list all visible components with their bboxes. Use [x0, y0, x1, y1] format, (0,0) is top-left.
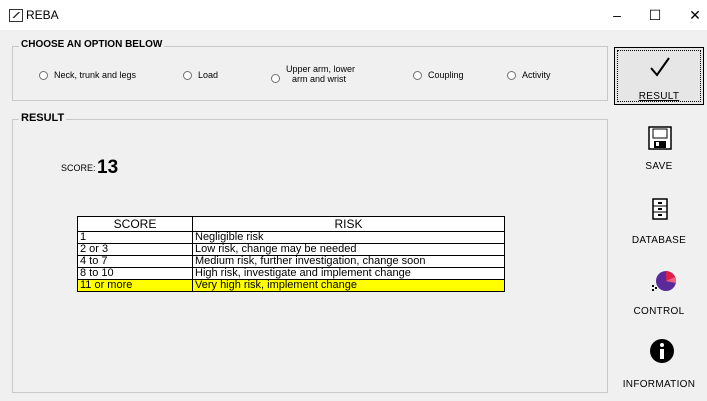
row-risk: Medium risk, further investigation, chan… [192, 255, 505, 268]
row-risk: Negligible risk [192, 231, 505, 244]
control-button-label: CONTROL [633, 306, 685, 317]
row-score: 2 or 3 [77, 243, 193, 256]
window-title: REBA [26, 8, 59, 22]
minimize-button[interactable]: – [602, 4, 632, 26]
save-button[interactable]: SAVE [614, 124, 704, 180]
information-button-label: INFORMATION [622, 379, 696, 390]
table-header-row: SCORE RISK [77, 216, 505, 232]
close-button[interactable]: ✕ [680, 4, 707, 26]
radio-label-line1: Upper arm, lower [286, 64, 356, 74]
radio-coupling[interactable]: Coupling [413, 70, 464, 80]
floppy-disk-icon [648, 126, 672, 150]
save-button-label: SAVE [645, 161, 673, 172]
radio-circle[interactable] [183, 70, 192, 80]
row-score: 11 or more [77, 279, 193, 292]
radio-label: Coupling [428, 70, 464, 80]
radio-label-line2: arm and wrist [292, 74, 347, 84]
pie-chart-icon [652, 271, 677, 291]
radio-load[interactable]: Load [183, 70, 218, 80]
app-icon [9, 9, 23, 22]
radio-circle[interactable] [39, 70, 48, 80]
radio-activity[interactable]: Activity [507, 70, 551, 80]
information-button[interactable]: INFORMATION [614, 336, 704, 394]
table-row: 8 to 10 High risk, investigate and imple… [77, 267, 505, 280]
score-label: SCORE: [61, 163, 96, 173]
window-client-area: CHOOSE AN OPTION BELOW Neck, trunk and l… [0, 30, 707, 401]
radio-neck-trunk-legs[interactable]: Neck, trunk and legs [39, 70, 136, 80]
table-row: 4 to 7 Medium risk, further investigatio… [77, 255, 505, 268]
row-score: 1 [77, 231, 193, 244]
radio-label: Activity [522, 70, 551, 80]
radio-circle[interactable] [413, 70, 422, 80]
result-button-label: RESULT [638, 91, 680, 102]
table-row: 1 Negligible risk [77, 231, 505, 244]
information-icon [650, 339, 674, 363]
row-risk: Low risk, change may be needed [192, 243, 505, 256]
row-score: 8 to 10 [77, 267, 193, 280]
row-risk: Very high risk, implement change [192, 279, 505, 292]
file-cabinet-icon [652, 198, 668, 220]
control-button[interactable]: CONTROL [614, 264, 704, 320]
row-score: 4 to 7 [77, 255, 193, 268]
header-score: SCORE [77, 216, 193, 232]
options-group-title: CHOOSE AN OPTION BELOW [19, 39, 165, 50]
header-risk: RISK [192, 216, 505, 232]
table-row: 2 or 3 Low risk, change may be needed [77, 243, 505, 256]
radio-label: Load [198, 70, 219, 80]
risk-table: SCORE RISK 1 Negligible risk 2 or 3 Low … [77, 216, 505, 292]
title-bar: REBA – ☐ ✕ [0, 0, 707, 30]
row-risk: High risk, investigate and implement cha… [192, 267, 505, 280]
database-button-label: DATABASE [631, 235, 687, 246]
radio-upper-arm-lower-arm-wrist[interactable]: Upper arm, lower arm and wrist [271, 64, 355, 84]
radio-circle[interactable] [507, 70, 516, 80]
maximize-button[interactable]: ☐ [640, 4, 670, 26]
result-button[interactable]: RESULT [614, 47, 704, 105]
table-row-highlighted: 11 or more Very high risk, implement cha… [77, 279, 505, 292]
radio-label: Upper arm, lower arm and wrist [286, 64, 355, 84]
options-group: CHOOSE AN OPTION BELOW Neck, trunk and l… [12, 39, 608, 101]
score-value: 13 [97, 157, 119, 178]
radio-circle[interactable] [271, 73, 280, 83]
radio-label: Neck, trunk and legs [54, 70, 137, 80]
checkmark-icon [650, 57, 670, 77]
database-button[interactable]: DATABASE [614, 194, 704, 250]
result-group-title: RESULT [19, 112, 67, 124]
